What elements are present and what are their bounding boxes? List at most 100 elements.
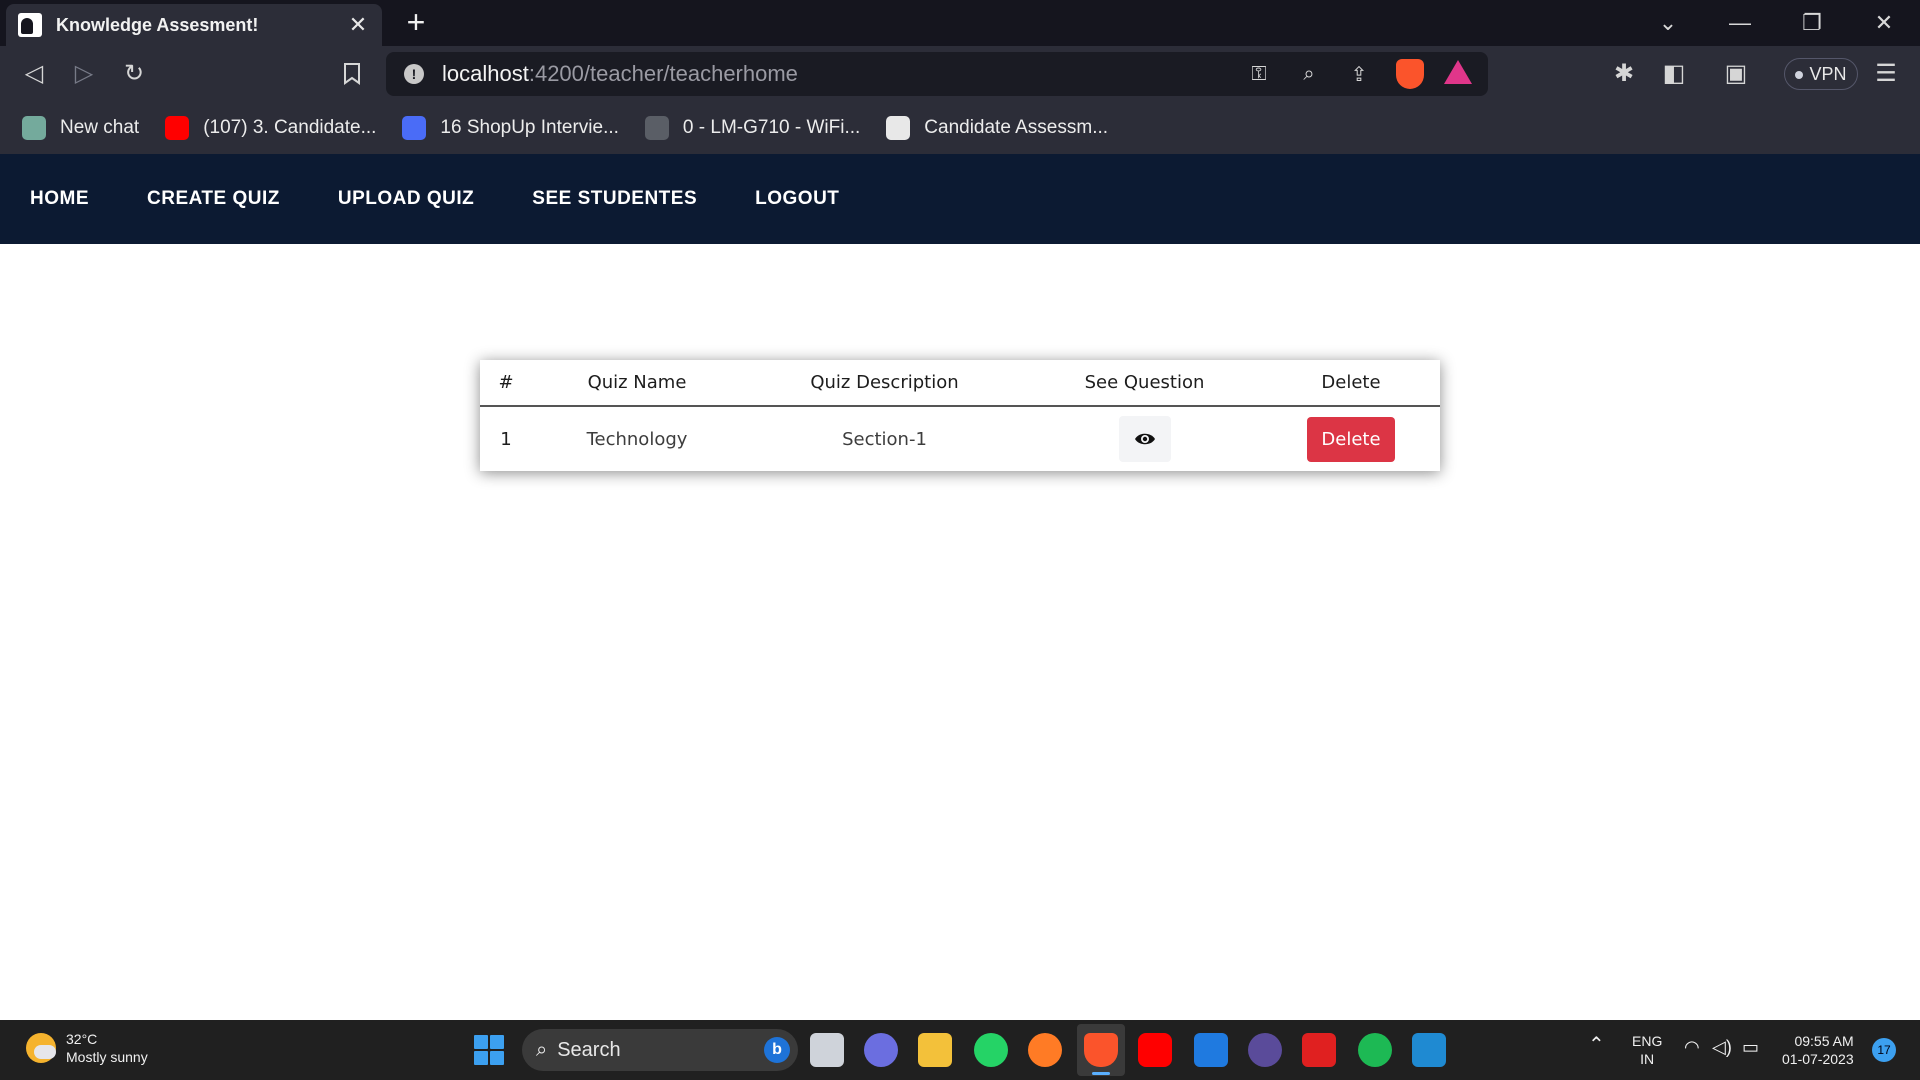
clock[interactable]: 09:55 AM 01-07-2023	[1782, 1032, 1854, 1068]
search-label: Search	[557, 1038, 621, 1061]
clock-date: 01-07-2023	[1782, 1051, 1854, 1067]
bookmark-icon[interactable]	[336, 58, 368, 90]
tray-overflow-chevron-icon[interactable]: ⌃	[1588, 1035, 1605, 1055]
url-text[interactable]: localhost:4200/teacher/teacherhome	[442, 61, 1234, 87]
see-question-button[interactable]	[1118, 416, 1171, 462]
start-windows-icon[interactable]	[474, 1035, 504, 1065]
task-view-icon[interactable]	[810, 1033, 844, 1067]
quiz-table-card: # Quiz Name Quiz Description See Questio…	[480, 360, 1440, 471]
spotify-icon[interactable]	[1358, 1033, 1392, 1067]
table-row: 1 Technology Section-1 Delete	[480, 406, 1440, 471]
wifi-icon	[644, 116, 669, 140]
url-path: :4200/teacher/teacherhome	[528, 61, 798, 86]
volume-icon[interactable]: ◁)	[1712, 1038, 1732, 1056]
nav-upload-quiz[interactable]: UPLOAD QUIZ	[338, 188, 474, 210]
key-icon[interactable]: ⚿	[1234, 63, 1284, 86]
quiz-name: Technology	[586, 428, 688, 450]
column-header-quiz-description: Quiz Description	[742, 360, 1027, 407]
document-icon	[886, 116, 911, 140]
teams-chat-icon[interactable]	[864, 1033, 898, 1067]
minimize-icon[interactable]: —	[1720, 8, 1760, 38]
column-header-number: #	[480, 360, 532, 407]
clock-time: 09:55 AM	[1794, 1033, 1854, 1049]
active-app-indicator	[1092, 1072, 1110, 1075]
site-favicon-icon	[18, 13, 42, 37]
tab-close-icon[interactable]: ✕	[346, 12, 370, 38]
bookmark-label: 16 ShopUp Intervie...	[440, 117, 619, 138]
brave-rewards-icon[interactable]	[1444, 60, 1472, 84]
table-header-row: # Quiz Name Quiz Description See Questio…	[480, 360, 1440, 407]
zoom-icon[interactable]: ⌕	[1284, 63, 1334, 86]
nav-see-students[interactable]: SEE STUDENTES	[532, 188, 697, 210]
windows-taskbar: 32°C Mostly sunny ⌕ Search b ⌃ ENG IN ◠ …	[0, 1020, 1920, 1080]
brave-shields-icon[interactable]	[1396, 59, 1424, 89]
reload-icon[interactable]: ↻	[118, 58, 150, 90]
file-explorer-icon[interactable]	[918, 1033, 952, 1067]
column-header-delete: Delete	[1262, 360, 1440, 407]
bing-icon[interactable]: b	[764, 1037, 790, 1063]
restore-icon[interactable]: ❐	[1792, 8, 1832, 38]
quiz-description: Section-1	[842, 428, 927, 450]
sidebar-icon[interactable]: ◧	[1658, 58, 1690, 90]
vscode-icon[interactable]	[1412, 1033, 1446, 1067]
bookmark-label: 0 - LM-G710 - WiFi...	[682, 117, 861, 138]
nav-home[interactable]: HOME	[30, 188, 89, 210]
youtube-icon	[165, 116, 190, 140]
back-icon[interactable]: ◁	[18, 58, 50, 90]
language-indicator[interactable]: ENG IN	[1632, 1032, 1662, 1068]
vpn-label: VPN	[1809, 64, 1847, 84]
weather-widget[interactable]: 32°C Mostly sunny	[26, 1030, 148, 1066]
notification-badge[interactable]: 17	[1872, 1038, 1896, 1062]
taskbar-search[interactable]: ⌕ Search b	[522, 1029, 798, 1071]
bookmark-item[interactable]: (107) 3. Candidate...	[165, 116, 376, 140]
bookmark-item[interactable]: New chat	[22, 116, 139, 140]
wps-office-icon[interactable]	[1302, 1033, 1336, 1067]
wallet-icon[interactable]: ▣	[1720, 58, 1752, 90]
address-bar[interactable]: ! localhost:4200/teacher/teacherhome ⚿ ⌕…	[386, 52, 1488, 96]
column-header-see-question: See Question	[1027, 360, 1262, 407]
delete-button[interactable]: Delete	[1307, 416, 1395, 462]
browser-toolbar: ◁ ▷ ↻ ! localhost:4200/teacher/teacherho…	[0, 46, 1920, 102]
bookmark-label: (107) 3. Candidate...	[203, 117, 377, 138]
browser-tabstrip: Knowledge Assesment! ✕ + ⌄ — ❐ ✕	[0, 0, 1920, 46]
bookmark-item[interactable]: 16 ShopUp Intervie...	[402, 116, 619, 140]
youtube-app-icon[interactable]	[1138, 1033, 1172, 1067]
media-player-icon[interactable]	[1248, 1033, 1282, 1067]
vpn-status-icon	[1795, 71, 1804, 80]
tab-title: Knowledge Assesment!	[56, 14, 259, 35]
extensions-icon[interactable]: ✱	[1608, 58, 1640, 90]
weather-sun-icon	[26, 1033, 56, 1063]
site-info-icon[interactable]: !	[404, 64, 424, 84]
bookmarks-bar: New chat (107) 3. Candidate... 16 ShopUp…	[0, 102, 1920, 154]
bookmark-label: New chat	[60, 117, 140, 138]
bookmark-item[interactable]: 0 - LM-G710 - WiFi...	[644, 116, 861, 140]
url-host: localhost	[442, 61, 529, 86]
tab-search-chevron-icon[interactable]: ⌄	[1648, 8, 1688, 38]
mail-icon[interactable]	[1194, 1033, 1228, 1067]
brave-browser-icon[interactable]	[1084, 1033, 1118, 1067]
quiz-table: # Quiz Name Quiz Description See Questio…	[480, 360, 1440, 471]
whatsapp-icon[interactable]	[974, 1033, 1008, 1067]
bookmark-item[interactable]: Candidate Assessm...	[886, 116, 1108, 140]
bookmark-label: Candidate Assessm...	[924, 117, 1109, 138]
eye-icon	[1134, 433, 1155, 445]
menu-icon[interactable]: ☰	[1870, 58, 1902, 90]
wifi-tray-icon[interactable]: ◠	[1684, 1038, 1700, 1056]
share-icon[interactable]: ⇪	[1334, 62, 1384, 87]
delete-cell: Delete	[1262, 406, 1440, 471]
nav-logout[interactable]: LOGOUT	[755, 188, 839, 210]
vpn-button[interactable]: VPN	[1784, 58, 1858, 90]
chatgpt-icon	[22, 116, 46, 140]
nav-create-quiz[interactable]: CREATE QUIZ	[147, 188, 280, 210]
close-window-icon[interactable]: ✕	[1864, 8, 1904, 38]
site-navbar: HOME CREATE QUIZ UPLOAD QUIZ SEE STUDENT…	[0, 154, 1920, 244]
see-question-cell	[1027, 406, 1262, 471]
new-tab-button[interactable]: +	[400, 6, 432, 38]
browser-tab-active[interactable]: Knowledge Assesment! ✕	[6, 4, 382, 46]
battery-icon[interactable]: ▭	[1742, 1038, 1759, 1056]
search-icon: ⌕	[536, 1038, 548, 1061]
forward-icon[interactable]: ▷	[68, 58, 100, 90]
firefox-icon[interactable]	[1028, 1033, 1062, 1067]
column-header-quiz-name: Quiz Name	[532, 360, 742, 407]
language-code: ENG	[1632, 1033, 1663, 1049]
